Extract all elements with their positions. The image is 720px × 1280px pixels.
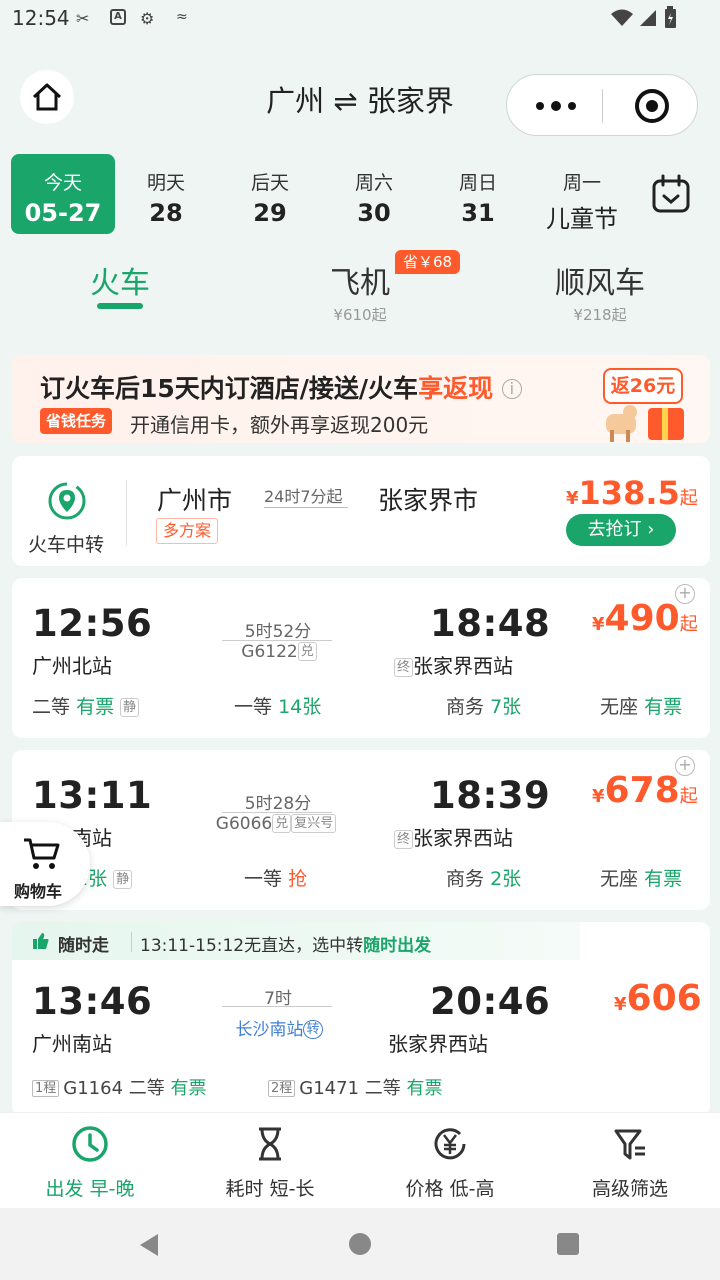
arrival-station: 终张家界西站 bbox=[394, 822, 513, 851]
calendar-icon[interactable] bbox=[648, 172, 694, 218]
sort-duration[interactable]: 耗时 短-长 bbox=[180, 1124, 360, 1201]
seat-first: 一等 14张 bbox=[234, 696, 322, 718]
advanced-filter[interactable]: 高级筛选 bbox=[540, 1124, 720, 1201]
duration: 5时52分 bbox=[244, 622, 312, 642]
sort-price[interactable]: 价格 低-高 bbox=[360, 1124, 540, 1201]
tools-icon: ✂ bbox=[76, 9, 90, 28]
arrow-line bbox=[222, 640, 332, 641]
sync-icon: ≈ bbox=[176, 9, 188, 25]
transfer-icon bbox=[48, 482, 86, 520]
cashback-badge: 返26元 bbox=[603, 368, 683, 404]
seat-business: 商务 7张 bbox=[446, 696, 522, 718]
promo-title: 订火车后15天内订酒店/接送/火车享返现 i bbox=[40, 369, 522, 405]
flex-trip-header: 随时走 13:11-15:12无直达，选中转随时出发 bbox=[12, 922, 580, 960]
train-number: G6122 兑 bbox=[204, 642, 354, 662]
grab-ticket-button[interactable]: 去抢订 › bbox=[566, 514, 676, 546]
cart-icon bbox=[24, 838, 60, 869]
arrow-line bbox=[264, 507, 348, 508]
info-icon: i bbox=[501, 379, 522, 399]
multi-plan-badge: 多方案 bbox=[156, 518, 219, 544]
wifi-icon bbox=[611, 9, 633, 26]
transfer-price: ¥138.5起 bbox=[566, 474, 698, 512]
seat-second: 二等 有票 静 bbox=[32, 692, 140, 719]
seat-standing: 无座 有票 bbox=[600, 696, 683, 718]
cart-button[interactable]: 购物车 bbox=[0, 822, 90, 906]
duration: 5时28分 bbox=[244, 794, 312, 814]
close-target-icon[interactable] bbox=[633, 87, 671, 125]
page-title[interactable]: 广州 ⇌ 张家界 bbox=[200, 78, 520, 120]
gear-icon: ⚙ bbox=[140, 9, 155, 28]
status-bar: 12:54 ✂ A ⚙ ≈ bbox=[0, 0, 720, 36]
arrival-time: 20:46 bbox=[430, 980, 551, 1023]
status-time: 12:54 bbox=[12, 6, 70, 30]
tab-train[interactable]: 火车 bbox=[60, 258, 180, 302]
transfer-duration: 24时7分起 bbox=[264, 487, 343, 506]
recents-icon[interactable] bbox=[556, 1232, 580, 1256]
train-price: ¥490起 bbox=[592, 598, 698, 639]
clock-icon bbox=[72, 1126, 108, 1162]
departure-station: 广州南站 bbox=[32, 1032, 112, 1056]
arrival-station: 张家界西站 bbox=[388, 1032, 488, 1056]
date-tab-sunday[interactable]: 周日 31 bbox=[426, 154, 530, 234]
tab-underline bbox=[97, 303, 143, 309]
date-tab-tomorrow[interactable]: 明天 28 bbox=[114, 154, 218, 234]
arrival-time: 18:39 bbox=[430, 774, 551, 817]
leg-1: 1程 G1164 二等 有票 bbox=[32, 1074, 207, 1100]
seat-standing: 无座 有票 bbox=[600, 868, 683, 890]
departure-station: 广州北站 bbox=[32, 654, 112, 678]
filter-icon bbox=[614, 1129, 645, 1160]
flex-price: ¥606 bbox=[614, 978, 702, 1019]
home-icon bbox=[32, 83, 62, 111]
home-button[interactable] bbox=[20, 70, 74, 124]
home-nav-icon[interactable] bbox=[348, 1232, 372, 1256]
hourglass-icon bbox=[259, 1127, 281, 1161]
arrival-station: 终张家界西站 bbox=[394, 650, 513, 679]
departure-time: 13:46 bbox=[32, 980, 153, 1023]
seat-first: 一等 抢 bbox=[244, 868, 308, 890]
date-tab-monday[interactable]: 周一 儿童节 bbox=[530, 154, 634, 234]
system-nav-bar bbox=[0, 1208, 720, 1280]
arrival-time: 18:48 bbox=[430, 602, 551, 645]
leg-2: 2程 G1471 二等 有票 bbox=[268, 1074, 443, 1100]
train-price: ¥678起 bbox=[592, 770, 698, 811]
departure-time: 12:56 bbox=[32, 602, 153, 645]
divider bbox=[126, 480, 127, 546]
battery-icon bbox=[665, 6, 676, 28]
tab-carpool[interactable]: 顺风车 ¥218起 bbox=[530, 258, 670, 325]
via-station: 长沙南站转 bbox=[204, 1015, 354, 1040]
arrow-line bbox=[222, 1006, 332, 1007]
signal-icon bbox=[640, 10, 656, 26]
seat-business: 商务 2张 bbox=[446, 868, 522, 890]
mini-program-capsule bbox=[506, 74, 698, 136]
sort-departure[interactable]: 出发 早-晚 bbox=[0, 1124, 180, 1201]
promo-tag: 省钱任务 bbox=[40, 408, 113, 434]
yen-icon bbox=[434, 1128, 466, 1160]
back-icon[interactable] bbox=[136, 1232, 162, 1258]
save-badge: 省￥68 bbox=[395, 250, 461, 274]
thumbs-up-icon bbox=[33, 933, 49, 949]
date-tab-today[interactable]: 今天 05-27 bbox=[11, 154, 115, 234]
date-tab-day-after[interactable]: 后天 29 bbox=[218, 154, 322, 234]
arrow-line bbox=[222, 812, 332, 813]
transfer-to: 张家界市 bbox=[378, 486, 479, 515]
more-icon[interactable] bbox=[535, 101, 577, 111]
transfer-label: 火车中转 bbox=[28, 534, 105, 556]
transfer-from: 广州市 bbox=[157, 486, 233, 515]
promo-subtitle: 开通信用卡，额外再享返现200元 bbox=[130, 413, 429, 437]
a-icon: A bbox=[110, 9, 126, 25]
departure-time: 13:11 bbox=[32, 774, 153, 817]
gift-icon bbox=[606, 405, 684, 442]
date-tab-saturday[interactable]: 周六 30 bbox=[322, 154, 426, 234]
train-number: G6066 兑复兴号 bbox=[196, 814, 356, 834]
